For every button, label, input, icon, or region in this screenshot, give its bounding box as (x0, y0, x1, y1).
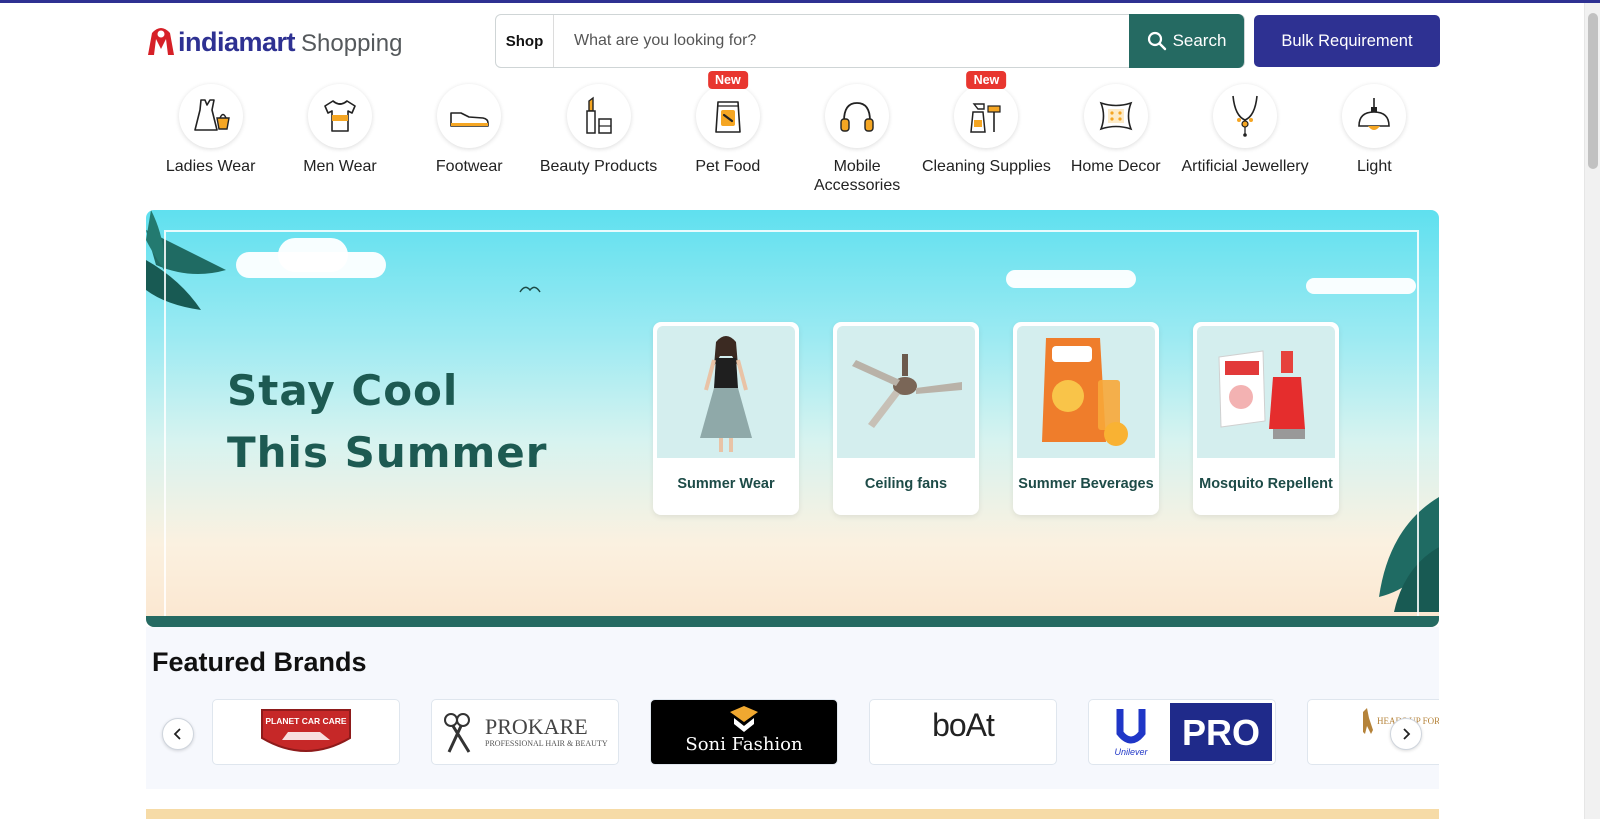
brand-card-planet-car-care[interactable]: PLANET CAR CARE (212, 699, 400, 765)
category-label: Artificial Jewellery (1181, 158, 1309, 175)
next-section-preview (146, 809, 1439, 819)
promo-card-summer-beverages[interactable]: Summer Beverages (1013, 322, 1159, 515)
tshirt-icon (324, 100, 356, 132)
brand-card-soni-fashion[interactable]: Soni Fashion (650, 699, 838, 765)
category-ladies-wear[interactable]: Ladies Wear (146, 78, 275, 198)
scrollbar-thumb[interactable] (1588, 13, 1598, 169)
prokare-logo: PROKARE PROFESSIONAL HAIR & BEAUTY (444, 713, 608, 753)
header: indiamart Shopping Shop Search Bulk Requ… (146, 14, 1440, 69)
svg-text:PROFESSIONAL HAIR & BEAUTY: PROFESSIONAL HAIR & BEAUTY (485, 739, 608, 748)
category-cleaning-supplies[interactable]: New Cleaning Supplies (921, 71, 1051, 198)
brands-next-button[interactable] (1390, 718, 1422, 750)
category-label: Footwear (435, 158, 503, 175)
search-scope-label[interactable]: Shop (496, 15, 554, 67)
category-label: Cleaning Supplies (921, 158, 1051, 175)
svg-text:Unilever: Unilever (1114, 747, 1148, 757)
brand-card-unilever-pro[interactable]: Unilever PRO (1088, 699, 1276, 765)
bulk-requirement-button[interactable]: Bulk Requirement (1254, 15, 1440, 67)
ceiling-fan-image (852, 354, 962, 428)
logo-suffix: Shopping (301, 30, 403, 57)
cushion-icon (1099, 101, 1133, 131)
new-badge: New (966, 71, 1007, 89)
mosquito-repellent-image (1218, 350, 1305, 439)
promo-card-mosquito-repellent[interactable]: Mosquito Repellent (1193, 322, 1339, 515)
banner-title: Stay Cool This Summer (227, 360, 547, 484)
promo-card-summer-wear[interactable]: Summer Wear (653, 322, 799, 515)
banner-title-line: This Summer (227, 428, 548, 477)
new-badge: New (707, 71, 748, 89)
top-accent-line (0, 0, 1600, 3)
category-label: Pet Food (695, 158, 761, 175)
pet-food-icon (715, 101, 741, 133)
promo-card-ceiling-fans[interactable]: Ceiling fans (833, 322, 979, 515)
category-nav: Ladies Wear Men Wear Footwear Beauty Pro… (146, 71, 1439, 198)
pendant-lamp-icon (1358, 98, 1391, 130)
svg-text:PRO: PRO (1182, 712, 1260, 753)
search-button[interactable]: Search (1129, 14, 1244, 68)
brand-carousel: PLANET CAR CARE PROKARE PROFESSIONAL HAI… (146, 699, 1439, 769)
search-button-label: Search (1172, 31, 1227, 50)
soni-fashion-logo: Soni Fashion (685, 706, 803, 755)
shoe-icon (450, 112, 490, 127)
promo-card-label: Summer Wear (677, 476, 775, 492)
brand-card-prokare[interactable]: PROKARE PROFESSIONAL HAIR & BEAUTY (431, 699, 619, 765)
banner-title-line: Stay Cool (227, 366, 459, 415)
page-scrollbar[interactable] (1584, 3, 1600, 819)
svg-text:PLANET CAR CARE: PLANET CAR CARE (265, 716, 347, 726)
category-label: Mobile Accessories (814, 158, 901, 194)
logo-wordmark: indiamart (178, 26, 296, 57)
summer-banner[interactable]: Stay Cool This Summer Summer Wear Ceilin… (146, 210, 1439, 627)
promo-card-label: Mosquito Repellent (1199, 476, 1333, 492)
search-icon (1147, 31, 1166, 51)
category-label: Ladies Wear (165, 158, 256, 175)
category-label: Men Wear (303, 158, 377, 175)
svg-text:PROKARE: PROKARE (485, 714, 588, 739)
svg-text:Soni Fashion: Soni Fashion (685, 734, 803, 755)
chevron-left-icon (173, 728, 181, 740)
brands-prev-button[interactable] (162, 718, 194, 750)
planet-car-care-logo: PLANET CAR CARE (261, 709, 351, 752)
boat-logo: boAt (932, 706, 995, 743)
dress-model-image (700, 336, 752, 452)
brand-card-boat[interactable]: boAt (869, 699, 1057, 765)
unilever-pro-logo: Unilever PRO (1092, 703, 1272, 761)
beverage-pack-image (1042, 338, 1128, 446)
category-artificial-jewellery[interactable]: Artificial Jewellery (1180, 78, 1309, 198)
category-pet-food[interactable]: New Pet Food (663, 71, 792, 198)
dress-icon (193, 99, 230, 131)
banner-bottom-band (146, 616, 1439, 627)
category-label: Light (1356, 158, 1392, 175)
promo-card-label: Summer Beverages (1018, 476, 1154, 492)
chevron-right-icon (1403, 728, 1411, 740)
headphones-icon (840, 102, 874, 132)
featured-brands-section: Featured Brands PLANET CAR CARE PROKARE … (146, 627, 1439, 789)
necklace-icon (1232, 95, 1258, 137)
featured-brands-title: Featured Brands (152, 647, 367, 677)
indiamart-logo[interactable]: indiamart Shopping (146, 22, 402, 62)
promo-card-label: Ceiling fans (864, 476, 948, 492)
category-mobile-accessories[interactable]: Mobile Accessories (792, 78, 921, 198)
lipstick-icon (585, 96, 612, 134)
category-home-decor[interactable]: Home Decor (1051, 78, 1180, 198)
category-footwear[interactable]: Footwear (405, 78, 534, 198)
category-light[interactable]: Light (1310, 78, 1439, 198)
category-beauty-products[interactable]: Beauty Products (534, 78, 663, 198)
spray-bottle-icon (970, 103, 1002, 133)
category-label: Beauty Products (539, 158, 658, 175)
category-label: Home Decor (1070, 158, 1161, 175)
category-men-wear[interactable]: Men Wear (275, 78, 404, 198)
indiamart-m-icon (148, 28, 174, 55)
